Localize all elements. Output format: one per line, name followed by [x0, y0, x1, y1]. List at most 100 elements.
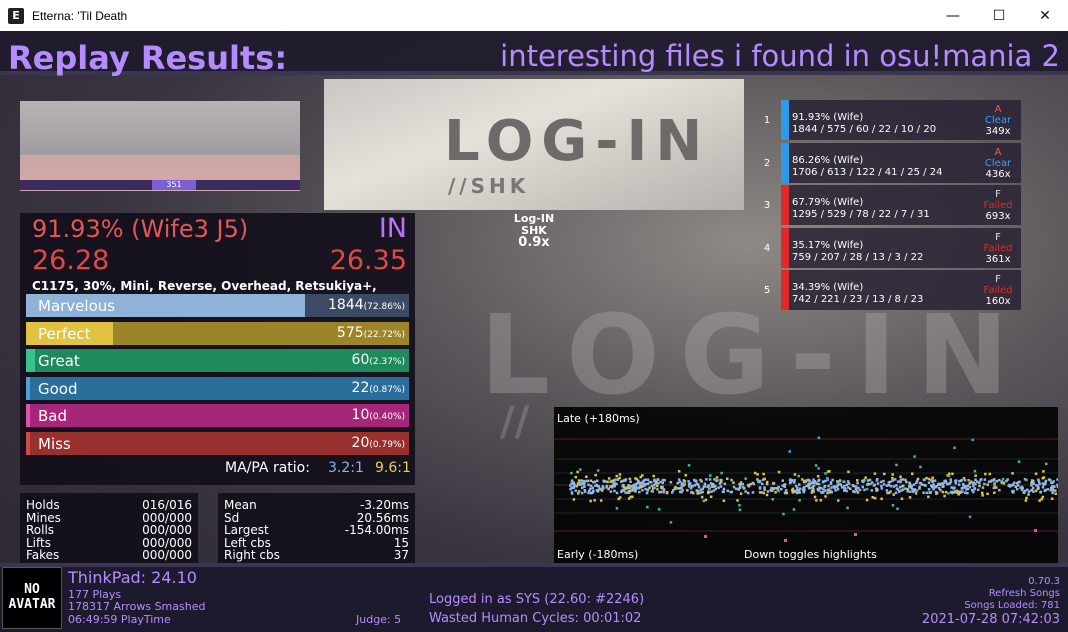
plot-tap-dot	[891, 479, 894, 482]
minimize-button[interactable]: —	[930, 0, 976, 31]
plot-tap-dot	[876, 482, 880, 485]
judgment-count: 60(2.37%)	[352, 352, 405, 368]
offset-plot[interactable]: Late (+180ms) Early (-180ms) Down toggle…	[554, 407, 1058, 564]
scoreboard-entry-grade-letter: A	[994, 104, 1002, 115]
plot-tap-dot	[966, 491, 969, 495]
plot-tap-dot	[865, 498, 869, 502]
plot-tap-dot	[646, 505, 649, 509]
plot-tap-dot	[961, 490, 964, 493]
plot-tap-dot	[569, 487, 572, 491]
plot-tap-dot	[594, 473, 597, 477]
plot-tap-dot	[931, 476, 934, 479]
close-button[interactable]: ✕	[1022, 0, 1068, 31]
plot-tap-dot	[826, 478, 829, 482]
plot-tap-dot	[954, 479, 958, 482]
plot-tap-dot	[589, 479, 593, 482]
scoreboard-entry-grade-letter: F	[995, 231, 1001, 243]
plot-tap-dot	[672, 489, 675, 492]
plot-tap-dot	[704, 498, 708, 502]
plot-tap-dot	[1042, 470, 1045, 473]
plot-tap-dot	[763, 488, 766, 491]
scoreboard-entry[interactable]: 67.79% (Wife) 1295 / 529 / 78 / 22 / 7 / …	[781, 185, 1021, 225]
plot-tap-dot	[1025, 478, 1028, 482]
plot-tap-dot	[749, 483, 752, 486]
plot-tap-dot	[781, 479, 784, 482]
plot-tap-dot	[824, 495, 827, 498]
plot-tap-dot	[752, 482, 755, 486]
judgment-count-value: 60	[351, 352, 370, 368]
plot-tap-dot	[911, 472, 914, 475]
background-sub-art: //	[500, 399, 530, 445]
plot-tap-dot	[914, 492, 918, 495]
plot-tap-dot	[950, 490, 954, 494]
judgment-count: 10(0.40%)	[352, 407, 405, 423]
plot-tap-dot	[866, 483, 869, 486]
plot-tap-dot	[932, 483, 935, 486]
scoreboard-entry[interactable]: 91.93% (Wife) 1844 / 575 / 60 / 22 / 10 /…	[781, 100, 1021, 140]
chart-preview[interactable]	[20, 101, 300, 191]
app-icon: E	[8, 7, 24, 24]
offsets-row-label: Right cbs	[224, 548, 280, 562]
plot-tap-dot	[585, 475, 588, 478]
scoreboard-entry[interactable]: 35.17% (Wife) 759 / 207 / 28 / 13 / 3 / 2…	[781, 227, 1021, 268]
plot-tap-dot	[575, 484, 579, 488]
plot-tap-dot	[605, 484, 609, 488]
plot-tap-dot	[882, 483, 886, 486]
scoreboard-rank: 3	[763, 200, 771, 211]
plot-tap-dot	[697, 485, 701, 489]
scoreboard-entry-grade-letter: A	[994, 146, 1002, 158]
scoreboard-entry-stripe	[781, 270, 789, 310]
offset-plot-svg	[554, 436, 1058, 542]
plot-tap-dot	[1051, 481, 1054, 485]
scoreboard-entry-percent: 91.93% (Wife)	[792, 112, 864, 123]
plot-tap-dot	[618, 496, 622, 499]
plot-tap-dot	[951, 472, 954, 476]
plot-tap-dot	[971, 438, 974, 442]
preview-position-marker[interactable]: 351	[152, 180, 196, 190]
plot-tap-dot	[1045, 462, 1048, 466]
judgment-label: Perfect	[38, 325, 91, 343]
plot-tap-dot	[972, 484, 975, 488]
plot-tap-dot	[671, 491, 674, 494]
plot-tap-dot	[861, 485, 864, 489]
profile-rating[interactable]: ThinkPad: 24.10	[68, 568, 197, 587]
plot-tap-dot	[1041, 482, 1044, 485]
plot-tap-dot	[854, 485, 858, 488]
offsets-row: Right cbs 37	[224, 549, 409, 562]
plot-tap-dot	[587, 483, 590, 486]
plot-tap-dot	[953, 491, 956, 494]
plot-tap-dot	[771, 498, 774, 501]
plot-tap-dot	[663, 479, 666, 482]
plot-tap-dot	[1051, 491, 1054, 495]
judgment-percent: (72.86%)	[363, 302, 405, 312]
maximize-button[interactable]: ☐	[976, 0, 1022, 31]
plot-tap-dot	[834, 489, 837, 492]
plot-tap-dot	[1007, 484, 1010, 487]
plot-tap-dot	[880, 497, 883, 501]
scoreboard-entry[interactable]: 86.26% (Wife) 1706 / 613 / 122 / 41 / 25 …	[781, 142, 1021, 183]
judge-level: Judge: 5	[356, 613, 402, 626]
plot-tap-dot	[973, 469, 977, 473]
login-status[interactable]: Logged in as SYS (22.60: #2246)	[429, 592, 644, 607]
scoreboard-entry[interactable]: 34.39% (Wife) 742 / 221 / 23 / 13 / 8 / 2…	[781, 270, 1021, 310]
scoreboard-entry-judgments: 742 / 221 / 23 / 13 / 8 / 23	[792, 294, 924, 305]
plot-tap-dot	[856, 481, 859, 485]
plot-tap-dot	[816, 475, 820, 478]
plot-tap-dot	[739, 492, 743, 495]
refresh-songs-button[interactable]: Refresh Songs	[989, 588, 1060, 599]
plot-tap-dot	[730, 478, 733, 482]
avatar[interactable]: NO AVATAR	[2, 567, 62, 629]
plot-tap-dot	[614, 478, 617, 481]
plot-tap-dot	[653, 478, 656, 482]
plot-tap-dot	[709, 474, 712, 477]
scoreboard-entry-clear-status: Clear	[984, 115, 1012, 126]
plot-early-label: Early (-180ms)	[557, 548, 639, 561]
plot-tap-dot	[947, 492, 950, 495]
plot-tap-dot	[684, 474, 687, 477]
plot-tap-dot	[891, 476, 894, 480]
plot-tap-dot	[1021, 486, 1024, 490]
plot-tap-dot	[703, 485, 706, 488]
plot-tap-dot	[944, 490, 948, 494]
judgment-bar-fill	[26, 349, 36, 372]
plot-tap-dot	[1005, 479, 1008, 483]
